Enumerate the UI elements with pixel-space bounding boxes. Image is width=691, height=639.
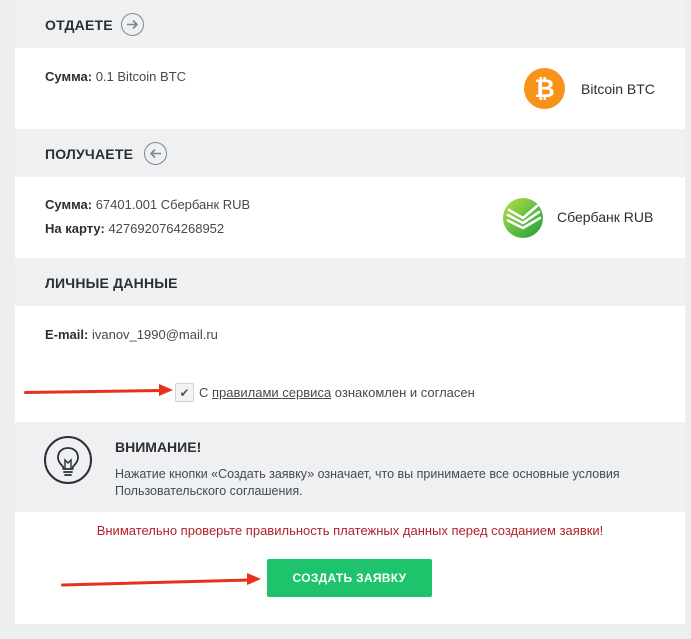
- personal-section-header: ЛИЧНЫЕ ДАННЫЕ: [15, 258, 685, 306]
- attention-title: ВНИМАНИЕ!: [115, 439, 202, 455]
- annotation-arrowhead-submit: [247, 573, 261, 585]
- email-label: E-mail:: [45, 327, 89, 342]
- receive-amount-label: Сумма:: [45, 197, 93, 212]
- email-value: ivanov_1990@mail.ru: [91, 327, 218, 342]
- agreement-suffix: ознакомлен и согласен: [334, 385, 475, 400]
- attention-box: ВНИМАНИЕ! Нажатие кнопки «Создать заявку…: [15, 422, 685, 512]
- arrow-right-icon[interactable]: [121, 13, 144, 36]
- give-section-header: ОТДАЕТЕ: [15, 0, 685, 48]
- annotation-arrow-submit: [60, 578, 252, 587]
- agree-checkbox[interactable]: ✔: [175, 383, 194, 402]
- agreement-prefix: С: [199, 385, 209, 400]
- create-order-button[interactable]: СОЗДАТЬ ЗАЯВКУ: [267, 559, 432, 597]
- exchange-summary-panel: ОТДАЕТЕ Сумма: 0.1 Bitcoin BTC ₿ Bitcoin…: [15, 0, 685, 624]
- bitcoin-icon: ₿: [524, 68, 565, 109]
- receive-amount-value: 67401.001 Сбербанк RUB: [95, 197, 251, 212]
- sberbank-icon: [503, 198, 543, 238]
- personal-section-title: ЛИЧНЫЕ ДАННЫЕ: [45, 275, 178, 291]
- give-amount-label: Сумма:: [45, 69, 93, 84]
- agreement-text: С правилами сервиса ознакомлен и согласе…: [199, 385, 475, 400]
- receive-amount-row: Сумма: 67401.001 Сбербанк RUB: [45, 197, 250, 212]
- annotation-arrow-checkbox: [23, 389, 163, 394]
- lightbulb-icon: [44, 436, 92, 484]
- payment-warning: Внимательно проверьте правильность плате…: [96, 523, 604, 538]
- give-amount-value: 0.1 Bitcoin BTC: [95, 69, 187, 84]
- service-rules-link[interactable]: правилами сервиса: [212, 385, 331, 400]
- email-row: E-mail: ivanov_1990@mail.ru: [45, 327, 218, 342]
- receive-currency-name: Сбербанк RUB: [557, 209, 654, 225]
- receive-section-header: ПОЛУЧАЕТЕ: [15, 129, 685, 177]
- give-section-title: ОТДАЕТЕ: [45, 17, 113, 33]
- receive-card-label: На карту:: [45, 221, 105, 236]
- annotation-arrowhead-checkbox: [159, 384, 173, 396]
- arrow-left-icon[interactable]: [144, 142, 167, 165]
- attention-text: Нажатие кнопки «Создать заявку» означает…: [115, 467, 620, 498]
- receive-card-row: На карту: 4276920764268952: [45, 221, 224, 236]
- receive-section-title: ПОЛУЧАЕТЕ: [45, 146, 134, 162]
- give-amount-row: Сумма: 0.1 Bitcoin BTC: [45, 69, 186, 84]
- give-currency-name: Bitcoin BTC: [581, 81, 655, 97]
- receive-card-value: 4276920764268952: [108, 221, 225, 236]
